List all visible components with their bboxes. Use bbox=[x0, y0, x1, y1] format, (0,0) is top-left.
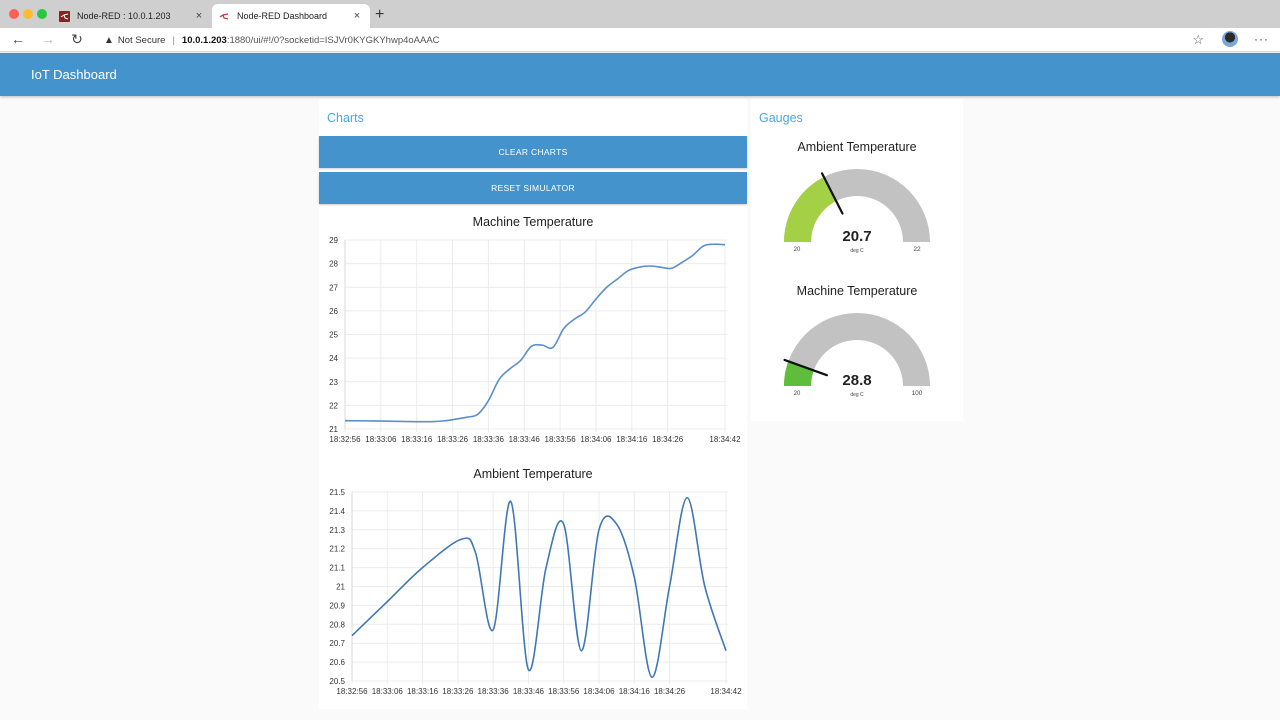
x-tick-label: 18:33:06 bbox=[372, 687, 404, 696]
x-tick-label: 18:33:06 bbox=[365, 435, 397, 444]
chart-title-machine: Machine Temperature bbox=[472, 215, 594, 229]
more-menu-icon[interactable]: ··· bbox=[1254, 32, 1269, 46]
x-tick-label: 18:33:46 bbox=[509, 435, 541, 444]
x-tick-label: 18:33:56 bbox=[548, 687, 580, 696]
maximize-window-button[interactable] bbox=[37, 9, 47, 19]
y-tick-label: 21 bbox=[336, 583, 345, 592]
machine-temperature-gauge: 28.8 deg C 20 100 bbox=[783, 313, 930, 398]
minimize-window-button[interactable] bbox=[23, 9, 33, 19]
tab-title: Node-RED : 10.0.1.203 bbox=[77, 11, 171, 21]
tab-close-icon[interactable]: × bbox=[192, 10, 206, 22]
x-tick-label: 18:33:56 bbox=[545, 435, 577, 444]
browser-tab-dashboard[interactable]: Node-RED Dashboard × bbox=[212, 4, 370, 28]
x-tick-label: 18:33:26 bbox=[437, 435, 469, 444]
gauges-group: Gauges Ambient Temperature 20.7 deg C 20 22… bbox=[751, 99, 963, 421]
dashboard-header: IoT Dashboard bbox=[0, 53, 1280, 96]
chart-title-ambient: Ambient Temperature bbox=[473, 467, 593, 481]
node-red-icon bbox=[59, 10, 70, 22]
back-icon[interactable]: ← bbox=[9, 31, 27, 47]
x-tick-label: 18:34:26 bbox=[654, 687, 686, 696]
ambient-temperature-chart: 20.5 20.6 20.7 20.8 20.9 21 21.1 21.2 21.3 21.4 21… bbox=[329, 488, 742, 696]
x-tick-label: 18:33:46 bbox=[513, 687, 545, 696]
reset-simulator-button[interactable]: RESET SIMULATOR bbox=[319, 172, 747, 204]
y-tick-label: 21.5 bbox=[329, 488, 345, 497]
profile-avatar[interactable] bbox=[1222, 31, 1238, 47]
y-tick-label: 20.9 bbox=[329, 601, 345, 610]
gauge-units: deg C bbox=[850, 248, 864, 254]
gauge-title-ambient: Ambient Temperature bbox=[797, 140, 917, 154]
y-tick-label: 20.6 bbox=[329, 658, 345, 667]
warning-icon: ▲ bbox=[104, 34, 114, 46]
page-title: IoT Dashboard bbox=[31, 67, 117, 82]
y-tick-label: 21.3 bbox=[329, 526, 345, 535]
machine-temperature-chart: 21 22 23 24 25 26 27 28 29 18:32:56 18:33:06 18:33:… bbox=[329, 236, 741, 444]
divider: | bbox=[172, 34, 175, 46]
gauge-min-label: 20 bbox=[794, 391, 801, 397]
gauge-units: deg C bbox=[850, 392, 864, 398]
reload-icon[interactable]: ↻ bbox=[68, 31, 86, 48]
y-tick-label: 27 bbox=[329, 283, 338, 292]
url-host: 10.0.1.203 bbox=[181, 34, 227, 46]
y-tick-label: 21 bbox=[329, 425, 338, 434]
x-tick-label: 18:33:26 bbox=[442, 687, 474, 696]
x-tick-label: 18:34:16 bbox=[616, 435, 648, 444]
close-window-button[interactable] bbox=[9, 9, 19, 19]
x-tick-label: 18:34:06 bbox=[583, 687, 615, 696]
url-path: :1880/ui/#!/0?socketid=ISJVr0KYGKYhwp4oA… bbox=[226, 34, 440, 46]
x-tick-label: 18:33:36 bbox=[478, 687, 510, 696]
y-tick-label: 20.7 bbox=[329, 639, 345, 648]
group-title-gauges: Gauges bbox=[759, 111, 803, 125]
x-tick-label: 18:34:42 bbox=[710, 687, 742, 696]
x-tick-label: 18:33:16 bbox=[401, 435, 433, 444]
clear-charts-button[interactable]: CLEAR CHARTS bbox=[319, 136, 747, 168]
x-tick-label: 18:33:16 bbox=[407, 687, 439, 696]
browser-tab-node-red[interactable]: Node-RED : 10.0.1.203 × bbox=[52, 4, 212, 28]
x-tick-label: 18:34:42 bbox=[709, 435, 741, 444]
x-tick-label: 18:33:36 bbox=[473, 435, 505, 444]
gauge-value: 28.8 bbox=[842, 372, 871, 389]
y-tick-label: 21.1 bbox=[329, 564, 345, 573]
gauge-value: 20.7 bbox=[842, 228, 871, 245]
forward-icon[interactable]: → bbox=[39, 31, 57, 47]
tab-title: Node-RED Dashboard bbox=[237, 11, 328, 21]
y-tick-label: 21.2 bbox=[329, 545, 345, 554]
y-tick-label: 20.8 bbox=[329, 620, 345, 629]
y-tick-label: 24 bbox=[329, 354, 338, 363]
y-tick-label: 23 bbox=[329, 378, 338, 387]
ambient-temperature-gauge: 20.7 deg C 20 22 bbox=[784, 169, 930, 254]
charts-group: Charts CLEAR CHARTS RESET SIMULATOR Mach… bbox=[319, 99, 747, 709]
y-tick-label: 29 bbox=[329, 236, 338, 245]
browser-tab-bar: Node-RED : 10.0.1.203 × Node-RED Dashboa… bbox=[0, 0, 1280, 28]
security-label: Not Secure bbox=[117, 34, 166, 46]
x-tick-label: 18:34:06 bbox=[580, 435, 612, 444]
node-red-dashboard-icon bbox=[219, 11, 230, 22]
gauge-min-label: 20 bbox=[794, 247, 801, 253]
browser-toolbar: ← → ↻ ▲ Not Secure | 10.0.1.203 :1880/ui… bbox=[0, 28, 1280, 52]
x-tick-label: 18:32:56 bbox=[329, 435, 361, 444]
y-tick-label: 28 bbox=[329, 260, 338, 269]
new-tab-button[interactable]: + bbox=[375, 6, 384, 24]
gauge-max-label: 100 bbox=[912, 390, 923, 397]
y-tick-label: 26 bbox=[329, 307, 338, 316]
x-tick-label: 18:34:26 bbox=[652, 435, 684, 444]
y-tick-label: 20.5 bbox=[329, 677, 345, 686]
bookmark-star-icon[interactable]: ☆ bbox=[1192, 32, 1204, 48]
group-title-charts: Charts bbox=[327, 111, 364, 125]
x-tick-label: 18:32:56 bbox=[336, 687, 368, 696]
gauge-max-label: 22 bbox=[913, 246, 921, 253]
tab-close-icon[interactable]: × bbox=[350, 10, 364, 22]
y-tick-label: 22 bbox=[329, 401, 338, 410]
y-tick-label: 21.4 bbox=[329, 507, 345, 516]
x-tick-label: 18:34:16 bbox=[619, 687, 651, 696]
y-tick-label: 25 bbox=[329, 331, 338, 340]
address-bar[interactable]: ▲ Not Secure | 10.0.1.203 :1880/ui/#!/0?… bbox=[98, 30, 1210, 50]
gauge-title-machine: Machine Temperature bbox=[796, 284, 918, 298]
